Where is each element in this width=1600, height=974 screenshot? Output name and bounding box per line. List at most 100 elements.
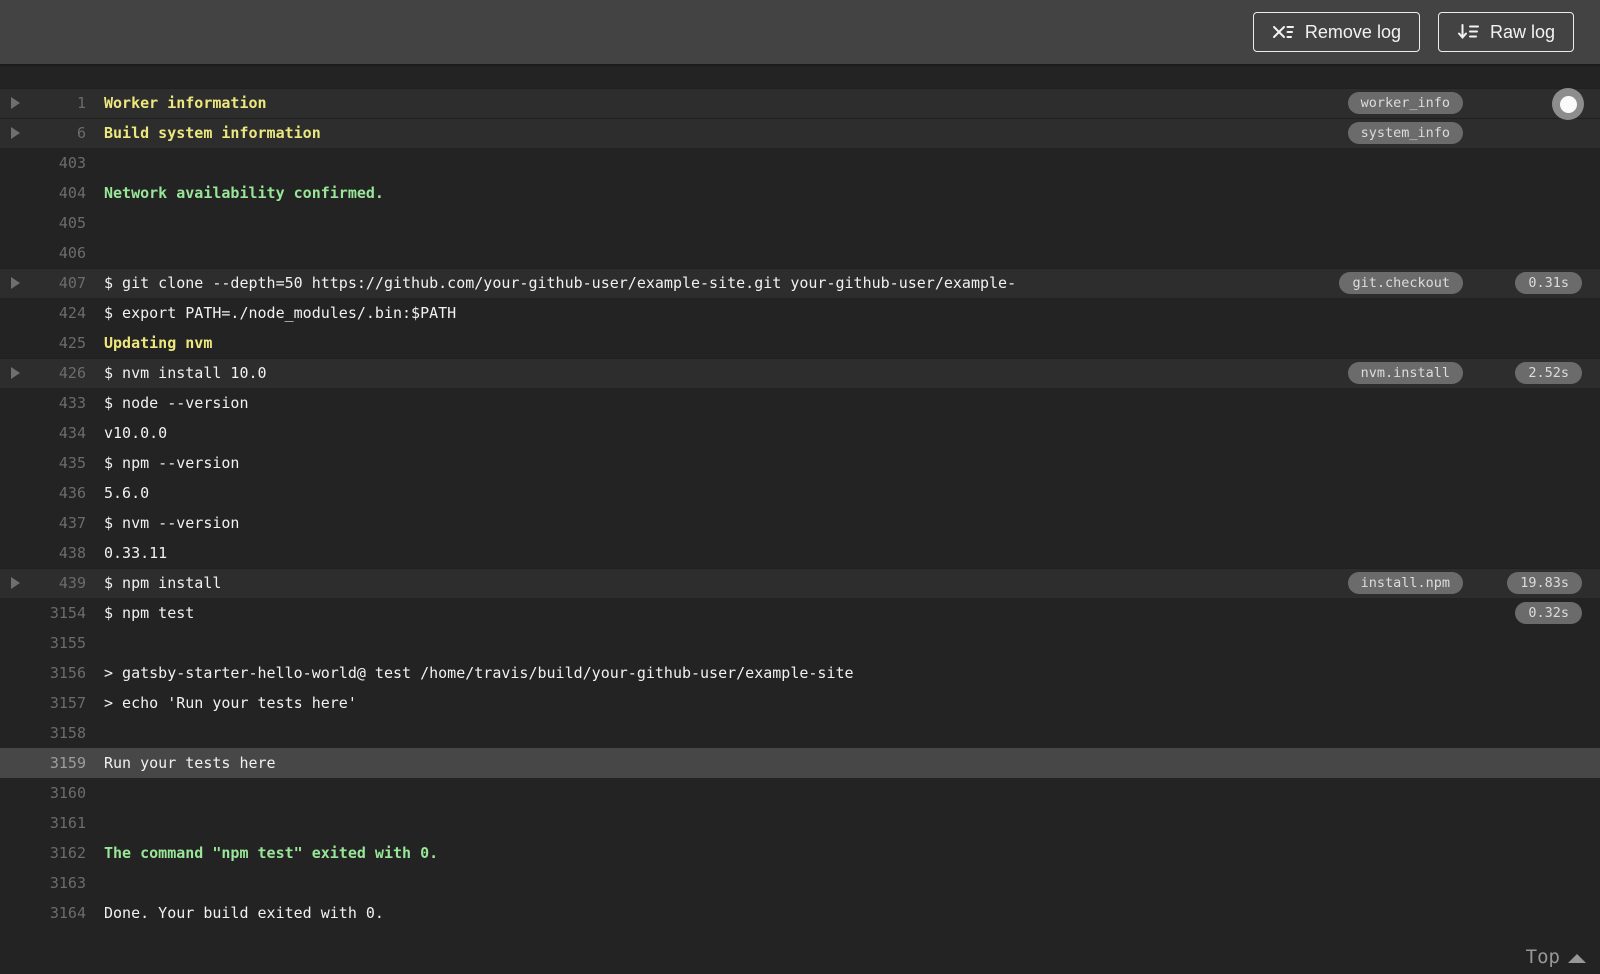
line-number[interactable]: 3157 <box>38 694 86 712</box>
line-number[interactable]: 3162 <box>38 844 86 862</box>
fold-arrow-icon <box>11 577 20 589</box>
line-number[interactable]: 424 <box>38 304 86 322</box>
log-line-text: The command "npm test" exited with 0. <box>104 844 439 862</box>
fold-arrow-icon <box>11 127 20 139</box>
raw-log-button[interactable]: Raw log <box>1437 12 1574 52</box>
line-number[interactable]: 426 <box>38 364 86 382</box>
log-row: 3162 The command "npm test" exited with 0… <box>0 838 1600 868</box>
log-line-text: Network availability confirmed. <box>104 184 384 202</box>
log-row: 435 $ npm --version <box>0 448 1600 478</box>
fold-arrow-icon <box>11 97 20 109</box>
log-line-text: Done. Your build exited with 0. <box>104 904 384 922</box>
scroll-to-top-link[interactable]: Top <box>1526 946 1586 968</box>
line-number[interactable]: 3160 <box>38 784 86 802</box>
line-number[interactable]: 3164 <box>38 904 86 922</box>
line-number[interactable]: 1 <box>38 94 86 112</box>
scroll-to-top-label: Top <box>1525 946 1560 968</box>
line-number[interactable]: 435 <box>38 454 86 472</box>
log-row: 405 <box>0 208 1600 238</box>
line-number[interactable]: 439 <box>38 574 86 592</box>
raw-log-icon <box>1457 22 1480 42</box>
line-number[interactable]: 3159 <box>38 754 86 772</box>
duration-badge: 19.83s <box>1507 572 1582 594</box>
log-row: 406 <box>0 238 1600 268</box>
log-line-text: $ nvm --version <box>104 514 240 532</box>
fold-name-badge: worker_info <box>1347 92 1463 114</box>
fold-toggle[interactable] <box>0 97 38 109</box>
log-row: 434 v10.0.0 <box>0 418 1600 448</box>
duration-badge: 0.32s <box>1515 602 1582 624</box>
fold-toggle[interactable] <box>0 367 38 379</box>
log-position-dot <box>1559 95 1577 113</box>
log-row: 426 $ nvm install 10.0 nvm.install 2.52s <box>0 358 1600 388</box>
log-row: 437 $ nvm --version <box>0 508 1600 538</box>
log-row: 3160 <box>0 778 1600 808</box>
log-row: 6 Build system information system_info <box>0 118 1600 148</box>
log-line-text: > gatsby-starter-hello-world@ test /home… <box>104 664 854 682</box>
log-row: 425 Updating nvm <box>0 328 1600 358</box>
fold-name-badge: install.npm <box>1347 572 1463 594</box>
log-row: 3164 Done. Your build exited with 0. <box>0 898 1600 928</box>
line-number[interactable]: 3154 <box>38 604 86 622</box>
line-number[interactable]: 3155 <box>38 634 86 652</box>
log-row: 438 0.33.11 <box>0 538 1600 568</box>
log-line-text: Run your tests here <box>104 754 276 772</box>
log-line-text: $ npm test <box>104 604 195 622</box>
log-row: 3161 <box>0 808 1600 838</box>
line-number[interactable]: 438 <box>38 544 86 562</box>
log-line-text: Updating nvm <box>104 334 213 352</box>
log-row: 436 5.6.0 <box>0 478 1600 508</box>
log-toolbar: Remove log Raw log <box>0 0 1600 66</box>
log-row: 404 Network availability confirmed. <box>0 178 1600 208</box>
log-row: 433 $ node --version <box>0 388 1600 418</box>
raw-log-label: Raw log <box>1489 22 1555 42</box>
fold-arrow-icon <box>11 277 20 289</box>
fold-arrow-icon <box>11 367 20 379</box>
log-row: 3158 <box>0 718 1600 748</box>
log-line-text: $ npm --version <box>104 454 240 472</box>
line-number[interactable]: 436 <box>38 484 86 502</box>
remove-log-button[interactable]: Remove log <box>1252 12 1420 52</box>
log-line-text: $ node --version <box>104 394 249 412</box>
duration-badge: 0.31s <box>1515 272 1582 294</box>
fold-toggle[interactable] <box>0 277 38 289</box>
duration-badge: 2.52s <box>1515 362 1582 384</box>
log-row: 403 <box>0 148 1600 178</box>
remove-log-label: Remove log <box>1304 22 1401 42</box>
line-number[interactable]: 433 <box>38 394 86 412</box>
log-line-text: 0.33.11 <box>104 544 168 562</box>
fold-name-badge: system_info <box>1347 122 1463 144</box>
line-number[interactable]: 403 <box>38 154 86 172</box>
line-number[interactable]: 406 <box>38 244 86 262</box>
line-number[interactable]: 405 <box>38 214 86 232</box>
log-row: 424 $ export PATH=./node_modules/.bin:$PA… <box>0 298 1600 328</box>
chevron-up-icon <box>1568 954 1586 963</box>
line-number[interactable]: 3156 <box>38 664 86 682</box>
fold-toggle[interactable] <box>0 577 38 589</box>
build-log: 1 Worker information worker_info 6 Build sys… <box>0 66 1600 974</box>
line-number[interactable]: 404 <box>38 184 86 202</box>
log-row: 3155 <box>0 628 1600 658</box>
log-row: 407 $ git clone --depth=50 https://github… <box>0 268 1600 298</box>
remove-log-icon <box>1272 22 1295 42</box>
fold-name-badge: git.checkout <box>1339 272 1463 294</box>
log-row: 3154 $ npm test 0.32s <box>0 598 1600 628</box>
log-line-text: > echo 'Run your tests here' <box>104 694 357 712</box>
line-number[interactable]: 3158 <box>38 724 86 742</box>
line-number[interactable]: 6 <box>38 124 86 142</box>
line-number[interactable]: 3163 <box>38 874 86 892</box>
fold-toggle[interactable] <box>0 127 38 139</box>
log-rows: 1 Worker information worker_info 6 Build sys… <box>0 88 1600 928</box>
line-number[interactable]: 407 <box>38 274 86 292</box>
line-number[interactable]: 425 <box>38 334 86 352</box>
log-row: 3159 Run your tests here <box>0 748 1600 778</box>
log-line-text: $ export PATH=./node_modules/.bin:$PATH <box>104 304 457 322</box>
fold-name-badge: nvm.install <box>1347 362 1463 384</box>
log-row: 3156 > gatsby-starter-hello-world@ test /… <box>0 658 1600 688</box>
log-row: 3157 > echo 'Run your tests here' <box>0 688 1600 718</box>
log-line-text: 5.6.0 <box>104 484 150 502</box>
line-number[interactable]: 437 <box>38 514 86 532</box>
log-position-indicator[interactable] <box>1552 88 1584 120</box>
line-number[interactable]: 434 <box>38 424 86 442</box>
line-number[interactable]: 3161 <box>38 814 86 832</box>
